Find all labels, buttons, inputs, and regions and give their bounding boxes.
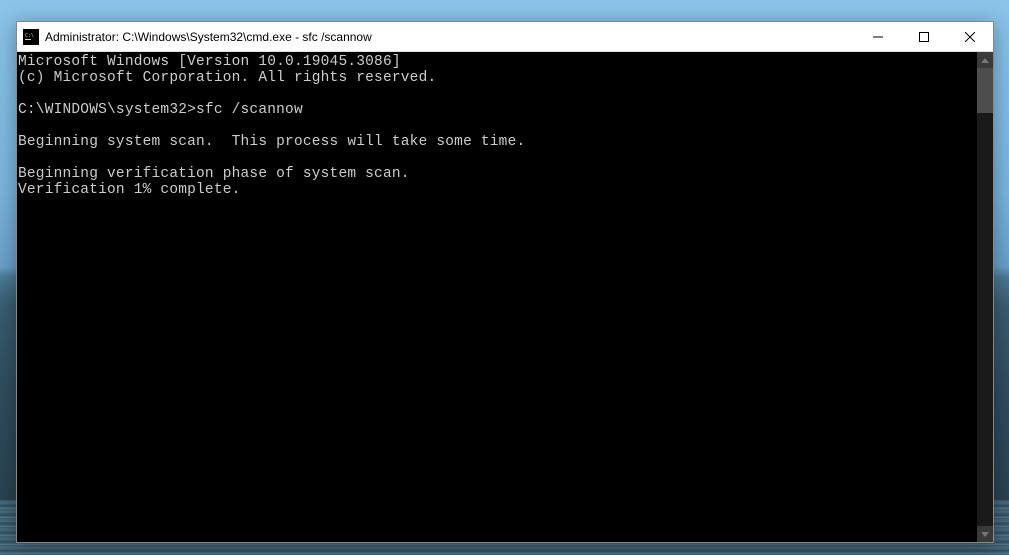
window-controls	[855, 22, 993, 51]
cmd-icon: C:\	[23, 29, 39, 45]
maximize-button[interactable]	[901, 22, 947, 51]
console-output: Microsoft Windows [Version 10.0.19045.30…	[17, 52, 977, 542]
scroll-up-button[interactable]	[977, 52, 993, 68]
scroll-down-button[interactable]	[977, 526, 993, 542]
vertical-scrollbar[interactable]	[977, 52, 993, 542]
close-button[interactable]	[947, 22, 993, 51]
minimize-button[interactable]	[855, 22, 901, 51]
scrollbar-thumb[interactable]	[977, 68, 993, 113]
scrollbar-track[interactable]	[977, 68, 993, 526]
cmd-window: C:\ Administrator: C:\Windows\System32\c…	[16, 21, 994, 543]
svg-text:C:\: C:\	[25, 33, 34, 39]
console-area[interactable]: Microsoft Windows [Version 10.0.19045.30…	[17, 52, 993, 542]
titlebar[interactable]: C:\ Administrator: C:\Windows\System32\c…	[17, 22, 993, 52]
window-title: Administrator: C:\Windows\System32\cmd.e…	[45, 30, 855, 44]
